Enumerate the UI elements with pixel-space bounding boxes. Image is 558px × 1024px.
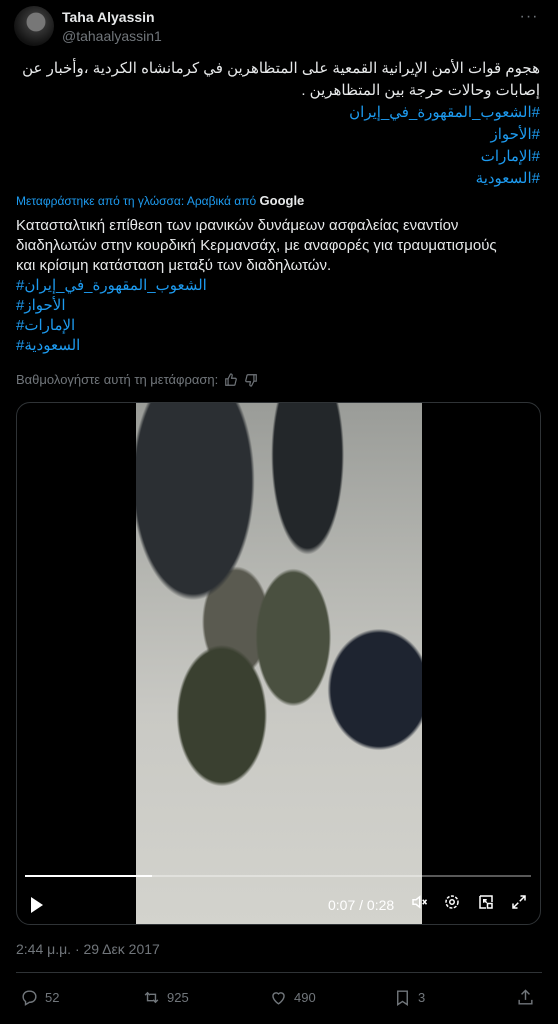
hashtag-link[interactable]: #السعودية (16, 336, 546, 356)
translated-text-line: και κρίσιμη κατάσταση μεταξύ των διαδηλω… (16, 257, 332, 274)
hashtag-link[interactable]: #الأحواز (15, 124, 541, 146)
bookmark-button[interactable]: 3 (393, 988, 425, 1007)
translation-source: Μεταφράστηκε από τη γλώσσα: Αραβικά από … (16, 193, 304, 208)
post-original-text: هجوم قوات الأمن الإيرانية القمعية على ال… (15, 58, 540, 190)
google-logo[interactable]: Google (260, 193, 305, 208)
heart-icon (272, 992, 285, 1005)
original-text-line: إصابات وحالات حرجة بين المتظاهرين . (301, 82, 540, 99)
author-handle[interactable]: @tahaalyassin1 (62, 28, 162, 44)
video-progress-fill (25, 875, 152, 877)
avatar[interactable] (14, 6, 54, 46)
reply-button[interactable]: 52 (20, 988, 59, 1007)
action-bar: 52 925 490 3 (20, 988, 540, 1010)
hashtag-link[interactable]: #الإمارات (16, 316, 546, 336)
rate-translation-label: Βαθμολογήστε αυτή τη μετάφραση: (16, 372, 219, 387)
bookmark-icon (397, 990, 408, 1006)
hashtag-link[interactable]: #الأحواز (16, 296, 546, 316)
share-icon (518, 989, 533, 1005)
hashtag-link[interactable]: #الشعوب_المقهورة_في_إيران (15, 102, 540, 124)
video-time: 0:07 / 0:28 (328, 897, 395, 913)
settings-gear-icon[interactable] (441, 893, 463, 915)
original-text-line: هجوم قوات الأمن الإيرانية القمعية على ال… (22, 60, 540, 77)
thumbs-down-icon[interactable] (244, 373, 258, 387)
bookmark-count: 3 (418, 990, 426, 1005)
hashtag-link[interactable]: #السعودية (15, 168, 540, 190)
translation-source-label: Μεταφράστηκε από τη γλώσσα: Αραβικά από (16, 194, 257, 208)
post-header: Taha Alyassin @tahaalyassin1 ··· (14, 6, 544, 46)
more-options-icon[interactable]: ··· (518, 8, 540, 28)
post-translated-text: Κατασταλτική επίθεση των ιρανικών δυνάμε… (16, 216, 546, 356)
play-icon[interactable] (31, 897, 43, 913)
share-button[interactable] (516, 988, 535, 1007)
like-count: 490 (294, 990, 316, 1005)
picture-in-picture-icon[interactable] (475, 893, 497, 915)
hashtag-link[interactable]: #الشعوب_المقهورة_في_إيران (16, 276, 546, 296)
translated-text-line: Κατασταλτική επίθεση των ιρανικών δυνάμε… (16, 217, 459, 234)
reply-icon (22, 990, 37, 1006)
post-timestamp[interactable]: 2:44 μ.μ. · 29 Δεκ 2017 (16, 941, 160, 957)
fullscreen-icon[interactable] (508, 893, 530, 915)
repost-icon (144, 991, 159, 1004)
divider (16, 972, 542, 973)
repost-count: 925 (167, 990, 189, 1005)
thumbs-up-icon[interactable] (224, 372, 238, 387)
author-name[interactable]: Taha Alyassin (62, 9, 155, 25)
hashtag-link[interactable]: #الإمارات (15, 146, 540, 168)
video-progress-bar[interactable] (25, 875, 531, 877)
mute-icon[interactable] (408, 893, 430, 915)
video-frame[interactable] (136, 403, 422, 924)
like-button[interactable]: 490 (269, 988, 316, 1007)
translated-text-line: διαδηλωτών στην κουρδική Κερμανσάχ, με α… (16, 237, 497, 254)
rate-translation: Βαθμολογήστε αυτή τη μετάφραση: (16, 372, 258, 387)
repost-button[interactable]: 925 (142, 988, 189, 1007)
video-player[interactable]: 0:07 / 0:28 (16, 402, 541, 925)
reply-count: 52 (45, 990, 60, 1005)
